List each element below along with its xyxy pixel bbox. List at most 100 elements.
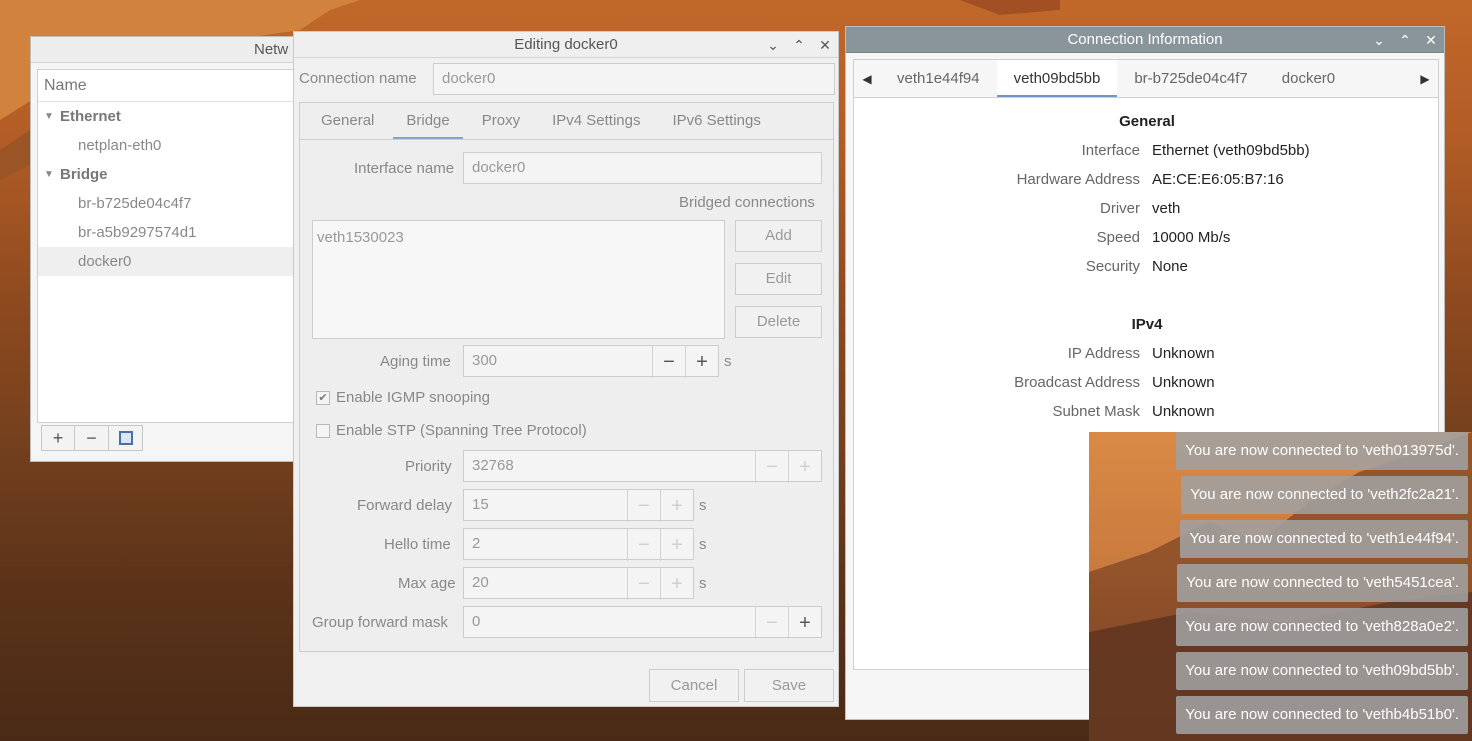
tab-general[interactable]: General bbox=[308, 103, 387, 139]
minus-icon: − bbox=[638, 573, 650, 595]
decrement-button[interactable]: − bbox=[627, 490, 660, 522]
minimize-icon[interactable]: ⌄ bbox=[1372, 32, 1386, 49]
window-titlebar[interactable]: Editing docker0 ⌄ ⌃ ✕ bbox=[294, 32, 838, 58]
remove-connection-button[interactable]: − bbox=[75, 425, 109, 451]
edit-connection-window: Editing docker0 ⌄ ⌃ ✕ Connection name do… bbox=[293, 31, 839, 707]
hello-time-spinner[interactable]: 2 − + bbox=[463, 528, 694, 561]
plus-icon: + bbox=[696, 351, 708, 373]
cancel-button[interactable]: Cancel bbox=[649, 669, 739, 702]
connection-name-field[interactable]: docker0 bbox=[433, 63, 835, 95]
decrement-button[interactable]: − bbox=[755, 607, 788, 639]
info-value: Unknown bbox=[1152, 403, 1215, 420]
column-header-name[interactable]: Name bbox=[38, 70, 301, 102]
tree-item-br-a5b9[interactable]: br-a5b9297574d1 bbox=[38, 218, 301, 247]
scroll-left-icon[interactable]: ◀ bbox=[854, 60, 880, 97]
increment-button[interactable]: + bbox=[788, 451, 821, 483]
decrement-button[interactable]: − bbox=[652, 346, 685, 378]
decrement-button[interactable]: − bbox=[755, 451, 788, 483]
igmp-snooping-checkbox[interactable]: ✔ Enable IGMP snooping bbox=[316, 389, 490, 406]
group-forward-mask-spinner[interactable]: 0 − + bbox=[463, 606, 822, 639]
group-forward-mask-label: Group forward mask bbox=[312, 614, 448, 631]
info-value: AE:CE:E6:05:B7:16 bbox=[1152, 171, 1284, 188]
tab-proxy[interactable]: Proxy bbox=[469, 103, 533, 139]
close-icon[interactable]: ✕ bbox=[1424, 32, 1438, 49]
priority-spinner[interactable]: 32768 − + bbox=[463, 450, 822, 483]
forward-delay-unit: s bbox=[699, 497, 707, 514]
expander-down-icon[interactable]: ▼ bbox=[44, 102, 54, 131]
increment-button[interactable]: + bbox=[685, 346, 718, 378]
notification-toast[interactable]: You are now connected to 'veth09bd5bb'. bbox=[1176, 652, 1468, 690]
list-item[interactable]: veth1530023 bbox=[317, 229, 720, 246]
plus-icon: + bbox=[671, 573, 683, 595]
tree-group-ethernet[interactable]: ▼ Ethernet bbox=[38, 102, 301, 131]
tab-ipv4-settings[interactable]: IPv4 Settings bbox=[539, 103, 653, 139]
minus-icon: − bbox=[663, 351, 675, 373]
tree-item-br-b725[interactable]: br-b725de04c4f7 bbox=[38, 189, 301, 218]
notification-toast[interactable]: You are now connected to 'veth2fc2a21'. bbox=[1181, 476, 1468, 514]
expander-down-icon[interactable]: ▼ bbox=[44, 160, 54, 189]
increment-button[interactable]: + bbox=[788, 607, 821, 639]
tab-bridge[interactable]: Bridge bbox=[393, 103, 463, 139]
notification-toast[interactable]: You are now connected to 'veth013975d'. bbox=[1176, 432, 1468, 470]
interface-name-label: Interface name bbox=[354, 160, 455, 177]
window-titlebar[interactable]: Connection Information ⌄ ⌃ ✕ bbox=[846, 27, 1444, 53]
window-titlebar[interactable]: Netw bbox=[31, 37, 299, 63]
tree-group-bridge[interactable]: ▼ Bridge bbox=[38, 160, 301, 189]
plus-icon: + bbox=[799, 612, 811, 634]
tab-docker0[interactable]: docker0 bbox=[1265, 60, 1352, 97]
tab-veth09bd5bb[interactable]: veth09bd5bb bbox=[996, 60, 1118, 97]
info-label: Security bbox=[1085, 258, 1140, 275]
scroll-right-icon[interactable]: ▶ bbox=[1412, 60, 1438, 97]
minus-icon: − bbox=[638, 495, 650, 517]
tab-br-b725de04c4f7[interactable]: br-b725de04c4f7 bbox=[1117, 60, 1264, 97]
forward-delay-value: 15 bbox=[472, 496, 489, 513]
minus-icon: − bbox=[766, 612, 778, 634]
aging-time-unit: s bbox=[724, 353, 732, 370]
forward-delay-label: Forward delay bbox=[357, 497, 453, 514]
hello-time-unit: s bbox=[699, 536, 707, 553]
edit-button[interactable]: Edit bbox=[735, 263, 822, 295]
minimize-icon[interactable]: ⌄ bbox=[766, 37, 780, 54]
stp-checkbox[interactable]: Enable STP (Spanning Tree Protocol) bbox=[316, 422, 587, 439]
decrement-button[interactable]: − bbox=[627, 529, 660, 561]
group-label: Ethernet bbox=[60, 108, 121, 125]
decrement-button[interactable]: − bbox=[627, 568, 660, 600]
add-connection-button[interactable]: + bbox=[41, 425, 75, 451]
save-button[interactable]: Save bbox=[744, 669, 834, 702]
max-age-value: 20 bbox=[472, 574, 489, 591]
maximize-icon[interactable]: ⌃ bbox=[792, 37, 806, 54]
tree-item-netplan-eth0[interactable]: netplan-eth0 bbox=[38, 131, 301, 160]
section-title-general: General bbox=[1119, 113, 1175, 130]
notification-toast[interactable]: You are now connected to 'vethb4b51b0'. bbox=[1176, 696, 1468, 734]
connections-tree[interactable]: Name ▼ Ethernet netplan-eth0 ▼ Bridge br… bbox=[37, 69, 301, 423]
tab-ipv6-settings[interactable]: IPv6 Settings bbox=[659, 103, 773, 139]
info-label: Subnet Mask bbox=[1052, 403, 1140, 420]
maximize-icon[interactable]: ⌃ bbox=[1398, 32, 1412, 49]
priority-label: Priority bbox=[405, 458, 452, 475]
edit-connection-button[interactable] bbox=[109, 425, 143, 451]
info-label: Speed bbox=[1096, 229, 1140, 246]
notification-toast[interactable]: You are now connected to 'veth5451cea'. bbox=[1177, 564, 1468, 602]
stp-label: Enable STP (Spanning Tree Protocol) bbox=[336, 422, 587, 439]
info-value: Unknown bbox=[1152, 374, 1215, 391]
add-button[interactable]: Add bbox=[735, 220, 822, 252]
tab-veth1e44f94[interactable]: veth1e44f94 bbox=[880, 60, 997, 97]
plus-icon: + bbox=[671, 534, 683, 556]
window-title: Netw bbox=[254, 41, 289, 58]
info-label: Broadcast Address bbox=[1014, 374, 1140, 391]
notification-toast[interactable]: You are now connected to 'veth828a0e2'. bbox=[1176, 608, 1468, 646]
increment-button[interactable]: + bbox=[660, 529, 693, 561]
delete-button[interactable]: Delete bbox=[735, 306, 822, 338]
forward-delay-spinner[interactable]: 15 − + bbox=[463, 489, 694, 522]
bridged-connections-list[interactable]: veth1530023 bbox=[312, 220, 725, 339]
aging-time-spinner[interactable]: 300 − + bbox=[463, 345, 719, 378]
settings-icon bbox=[118, 431, 133, 445]
priority-value: 32768 bbox=[472, 457, 514, 474]
tree-item-docker0[interactable]: docker0 bbox=[38, 247, 301, 276]
increment-button[interactable]: + bbox=[660, 568, 693, 600]
max-age-spinner[interactable]: 20 − + bbox=[463, 567, 694, 600]
increment-button[interactable]: + bbox=[660, 490, 693, 522]
interface-name-field[interactable]: docker0 bbox=[463, 152, 822, 184]
notification-toast[interactable]: You are now connected to 'veth1e44f94'. bbox=[1180, 520, 1468, 558]
close-icon[interactable]: ✕ bbox=[818, 37, 832, 54]
